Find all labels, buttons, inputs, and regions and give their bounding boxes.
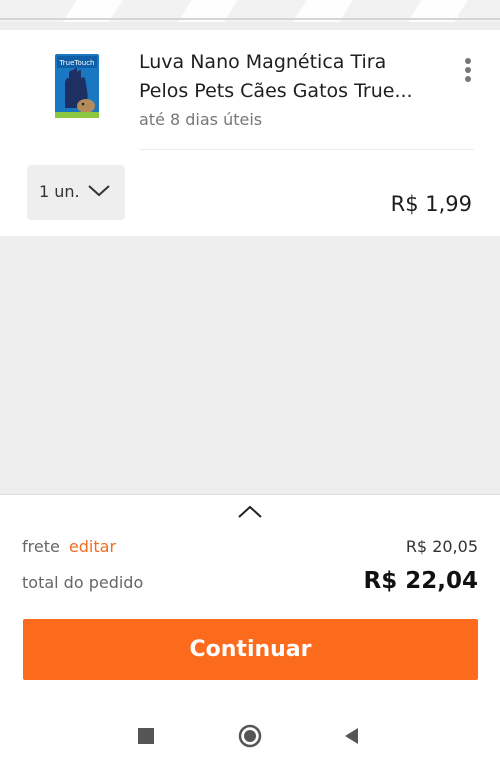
square-icon[interactable] <box>134 724 158 748</box>
product-title-line-1: Luva Nano Magnética Tira <box>139 51 387 73</box>
delivery-estimate: até 8 dias úteis <box>139 110 263 129</box>
total-value: R$ 22,04 <box>363 568 478 594</box>
circle-icon[interactable] <box>238 724 262 748</box>
frete-label: frete <box>22 537 60 556</box>
quantity-label: 1 un. <box>39 182 80 201</box>
item-price: R$ 1,99 <box>390 192 472 216</box>
product-title[interactable]: Luva Nano Magnética Tira Pelos Pets Cães… <box>139 48 439 106</box>
product-title-line-2: Pelos Pets Cães Gatos True... <box>139 80 413 102</box>
previous-item-edge <box>0 0 500 22</box>
triangle-back-icon[interactable] <box>340 724 364 748</box>
continue-button[interactable]: Continuar <box>23 619 478 680</box>
more-vert-icon[interactable] <box>458 58 478 84</box>
order-summary-panel: frete editar R$ 20,05 total do pedido R$… <box>0 494 500 703</box>
frete-row: frete editar <box>22 537 116 556</box>
card-divider <box>139 149 474 150</box>
thumbnail-brand-text: TrueTouch <box>59 59 95 67</box>
frete-edit-link[interactable]: editar <box>69 537 116 556</box>
frete-value: R$ 20,05 <box>405 537 478 556</box>
product-thumbnail[interactable]: TrueTouch <box>55 54 99 118</box>
chevron-down-icon <box>88 185 110 197</box>
total-label: total do pedido <box>22 573 144 592</box>
android-nav-bar <box>0 702 500 768</box>
quantity-selector[interactable]: 1 un. <box>27 165 125 220</box>
chevron-up-icon[interactable] <box>237 505 263 519</box>
cart-item-card: TrueTouch Luva Nano Magnética Tira Pelos… <box>0 30 500 236</box>
